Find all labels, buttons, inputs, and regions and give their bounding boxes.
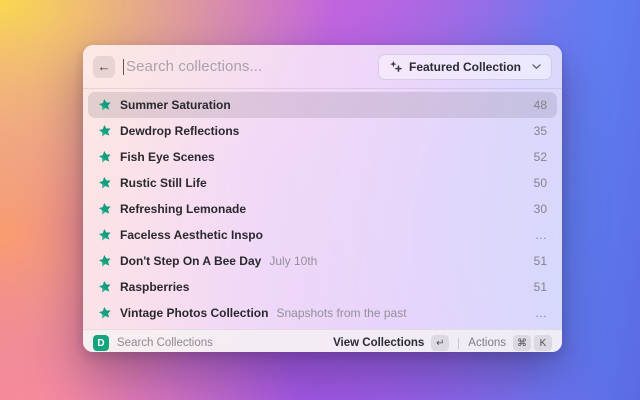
collection-title: Faceless Aesthetic Inspo — [120, 228, 263, 242]
text-cursor — [123, 58, 124, 75]
collection-title: Fish Eye Scenes — [120, 150, 215, 164]
k-key: K — [534, 335, 552, 351]
command-name-label: Search Collections — [117, 337, 213, 349]
star-icon — [97, 97, 113, 113]
list-item-faceless-aesthetic-inspo[interactable]: Faceless Aesthetic Inspo … — [88, 222, 557, 248]
view-collections-action[interactable]: View Collections — [333, 337, 424, 349]
collection-count: 51 — [533, 280, 547, 294]
return-key: ↵ — [431, 335, 450, 351]
back-arrow-icon: ← — [97, 59, 111, 74]
collection-count: 35 — [533, 124, 547, 138]
star-icon — [97, 253, 113, 269]
collection-count: 52 — [533, 150, 547, 164]
command-key: ⌘ — [513, 335, 531, 351]
featured-collection-dropdown[interactable]: Featured Collection — [377, 53, 552, 80]
collections-list: Summer Saturation 48 Dewdrop Reflections… — [83, 89, 562, 329]
footer-divider — [458, 337, 460, 349]
star-icon — [97, 123, 113, 139]
dropdown-label: Featured Collection — [408, 59, 521, 74]
collection-count: 48 — [533, 98, 547, 112]
collection-title: Dewdrop Reflections — [120, 124, 240, 138]
list-item-dont-step-on-a-bee-day[interactable]: Don't Step On A Bee Day July 10th 51 — [88, 248, 557, 274]
collection-title: Raspberries — [120, 280, 190, 294]
collection-title: Summer Saturation — [120, 98, 231, 112]
collection-title: Vintage Photos Collection — [120, 306, 269, 320]
collection-count: … — [535, 306, 547, 320]
collection-subtitle: July 10th — [269, 254, 318, 268]
back-button[interactable]: ← — [93, 55, 115, 78]
app-logo-icon: D — [93, 335, 109, 351]
list-item-dewdrop-reflections[interactable]: Dewdrop Reflections 35 — [88, 118, 557, 144]
list-item-refreshing-lemonade[interactable]: Refreshing Lemonade 30 — [88, 196, 557, 222]
collection-count: 50 — [533, 176, 547, 190]
actions-menu-button[interactable]: Actions — [468, 337, 506, 349]
command-palette-window: ← Search collections... Featured Collect… — [83, 45, 562, 352]
list-item-vintage-photos-collection[interactable]: Vintage Photos Collection Snapshots from… — [88, 300, 557, 326]
collection-count: 51 — [533, 254, 547, 268]
collection-title: Rustic Still Life — [120, 176, 207, 190]
sparkle-plus-icon — [389, 60, 402, 73]
collection-subtitle: Snapshots from the past — [276, 306, 407, 320]
star-icon — [97, 279, 113, 295]
list-item-rustic-still-life[interactable]: Rustic Still Life 50 — [88, 170, 557, 196]
status-bar: D Search Collections View Collections ↵ … — [83, 329, 562, 352]
search-input[interactable]: Search collections... — [126, 58, 262, 75]
list-item-raspberries[interactable]: Raspberries 51 — [88, 274, 557, 300]
star-icon — [97, 227, 113, 243]
list-item-fish-eye-scenes[interactable]: Fish Eye Scenes 52 — [88, 144, 557, 170]
collection-title: Don't Step On A Bee Day — [120, 254, 262, 268]
search-header: ← Search collections... Featured Collect… — [83, 45, 562, 88]
collection-count: … — [535, 228, 547, 242]
star-icon — [97, 175, 113, 191]
star-icon — [97, 305, 113, 321]
star-icon — [97, 149, 113, 165]
list-item-summer-saturation[interactable]: Summer Saturation 48 — [88, 92, 557, 118]
chevron-down-icon — [532, 63, 541, 70]
star-icon — [97, 201, 113, 217]
collection-title: Refreshing Lemonade — [120, 202, 247, 216]
collection-count: 30 — [533, 202, 547, 216]
